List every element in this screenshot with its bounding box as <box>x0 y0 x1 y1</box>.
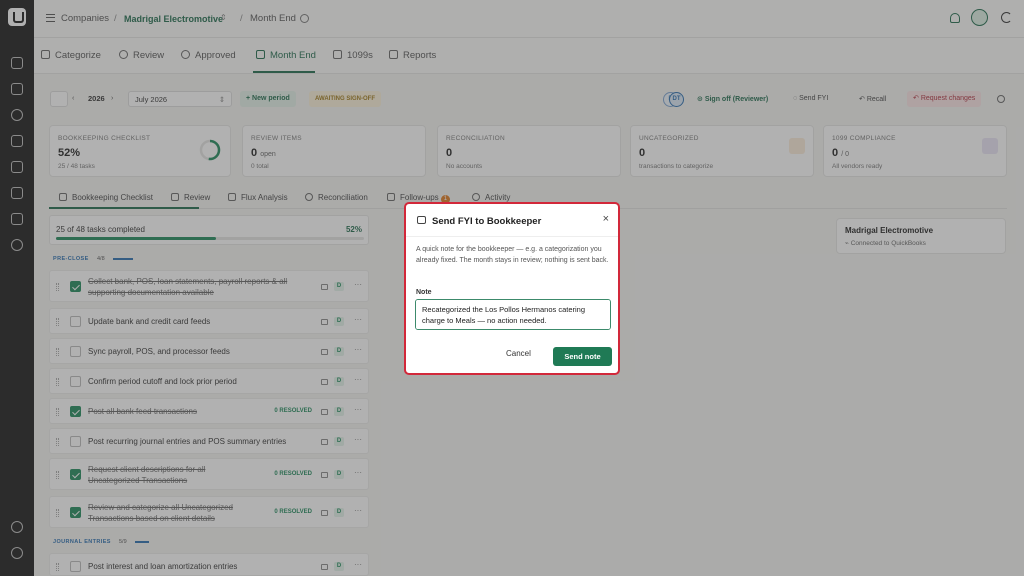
note-field[interactable]: Recategorized the Los Pollos Hermanos ca… <box>415 299 611 330</box>
dialog-divider <box>406 236 618 237</box>
send-fyi-dialog: Send FYI to Bookkeeper × A quick note fo… <box>404 202 620 375</box>
note-label: Note <box>416 289 432 296</box>
message-icon <box>417 216 426 224</box>
send-note-button[interactable]: Send note <box>553 347 612 366</box>
dialog-description: A quick note for the bookkeeper — e.g. a… <box>416 246 609 264</box>
cancel-button[interactable]: Cancel <box>506 349 531 358</box>
dialog-title: Send FYI to Bookkeeper <box>432 216 542 227</box>
close-icon[interactable]: × <box>603 213 609 225</box>
